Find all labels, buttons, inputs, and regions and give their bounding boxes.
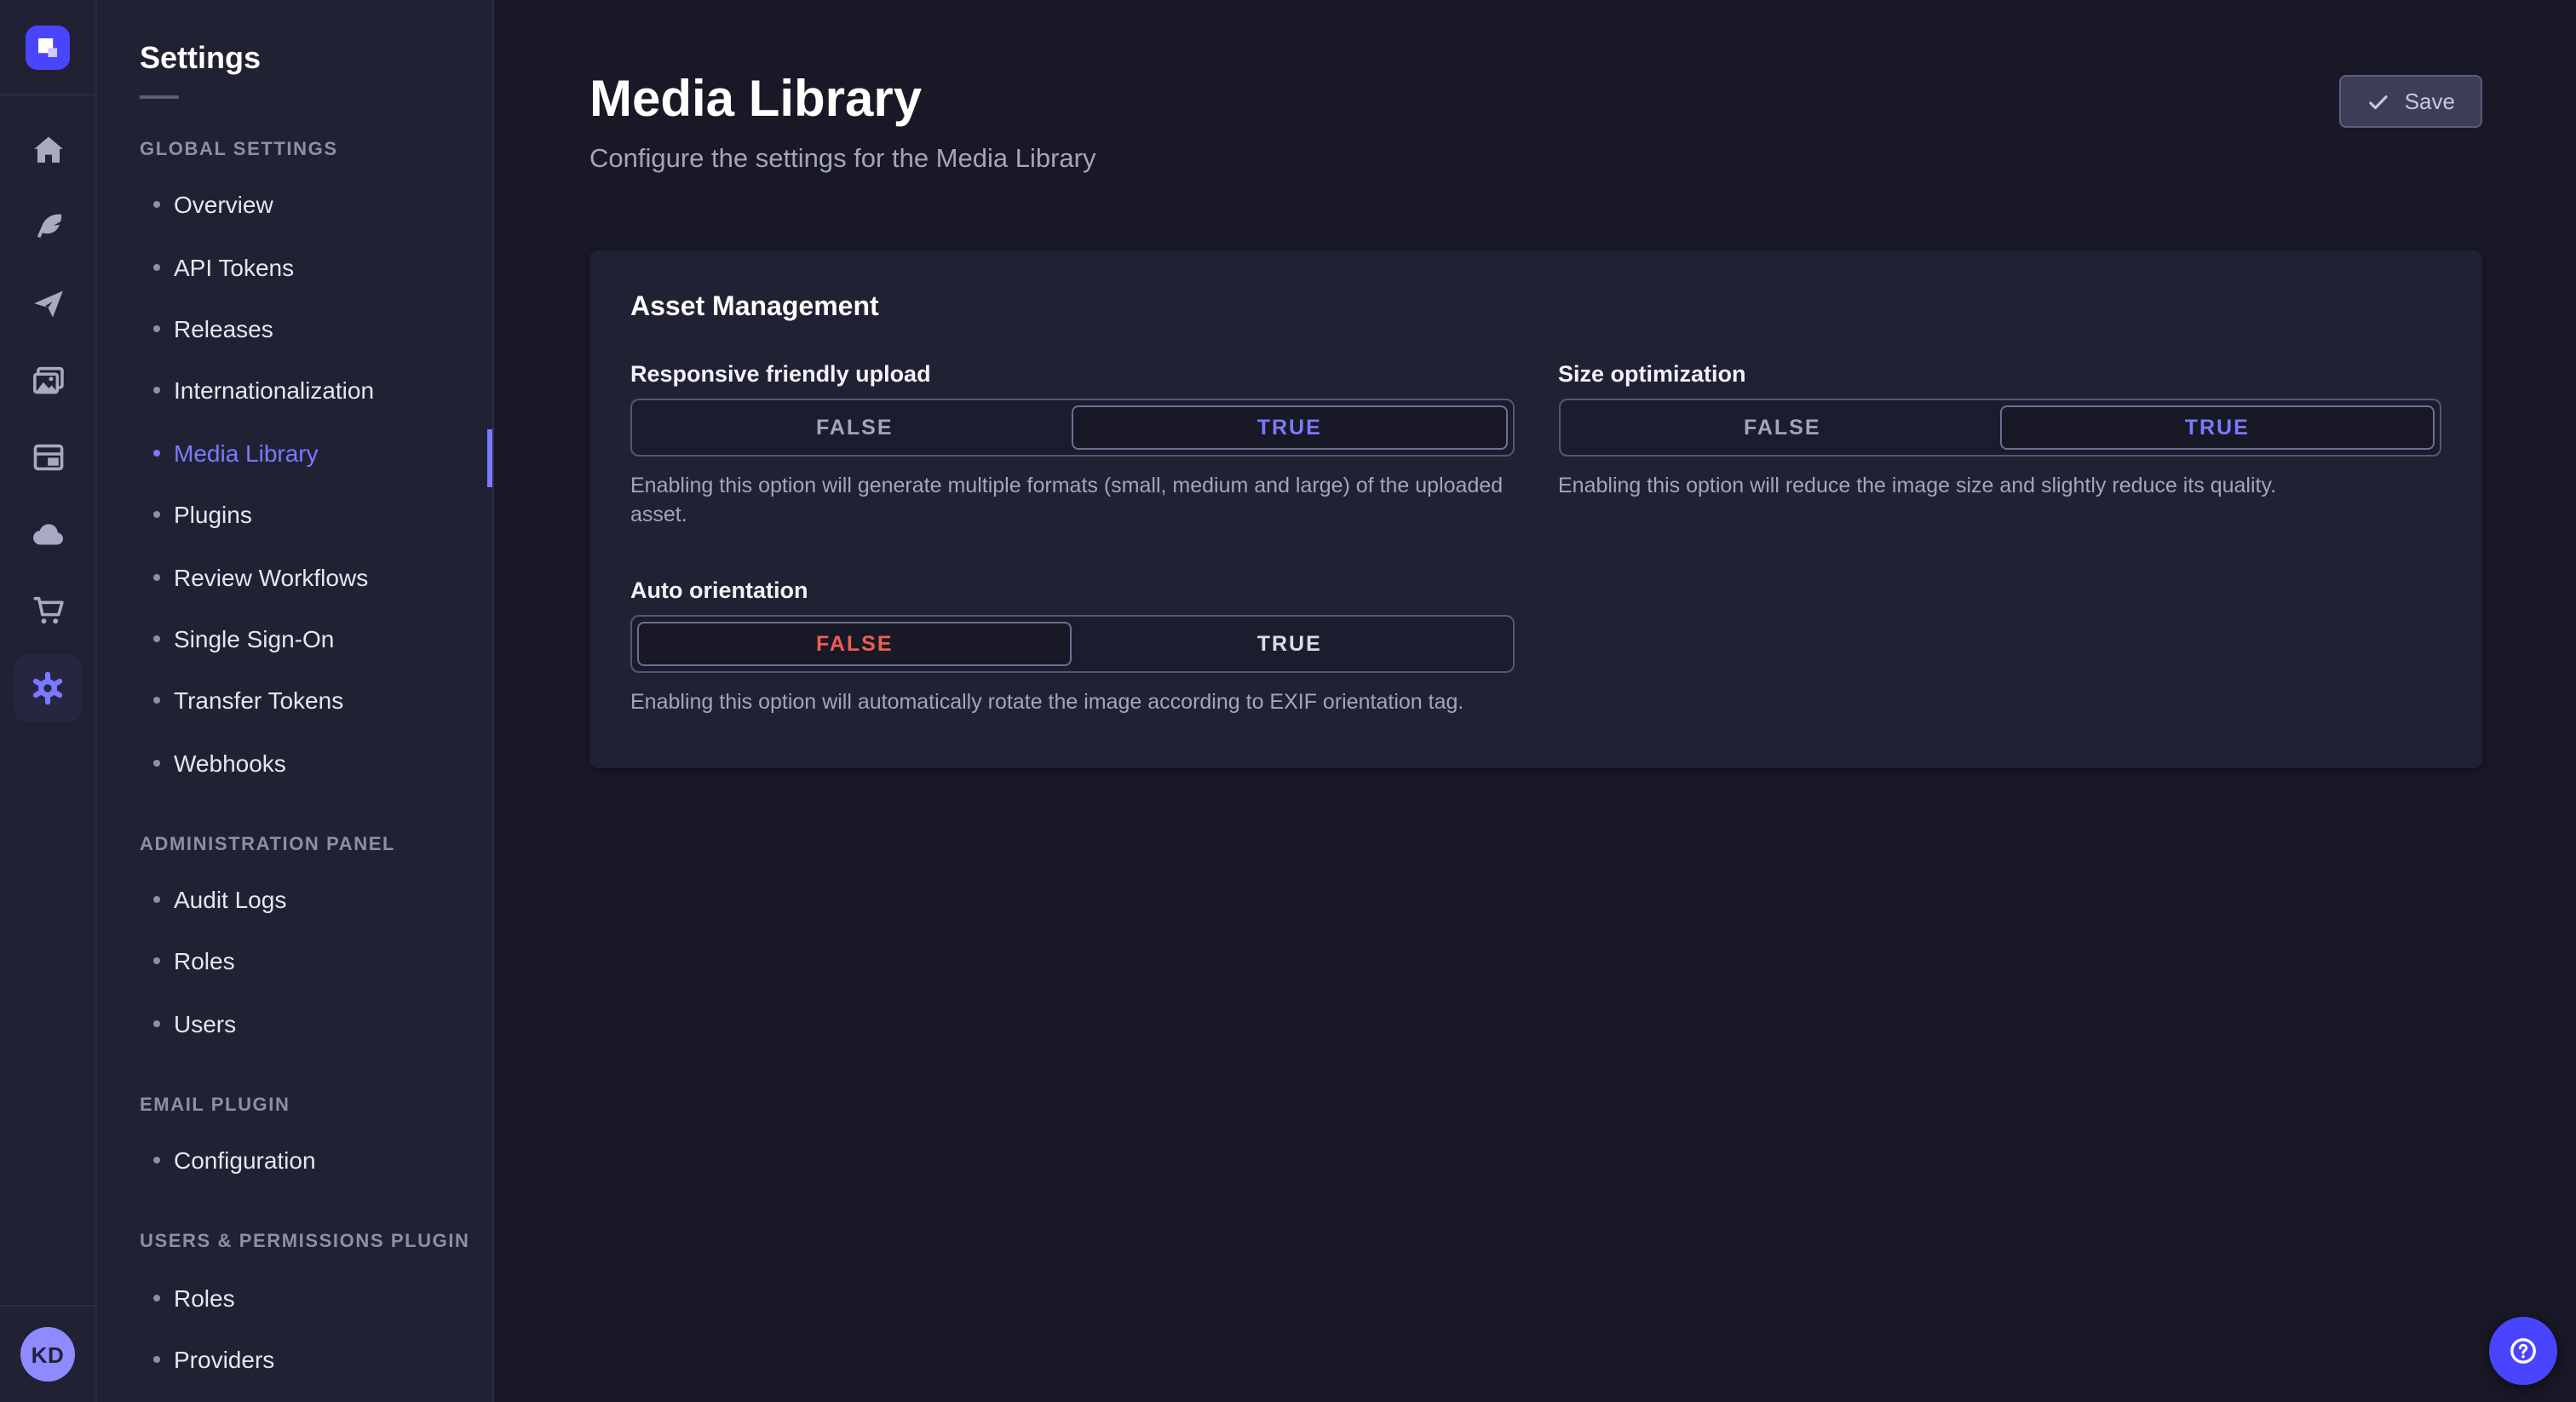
- bullet-icon: [153, 1356, 160, 1364]
- sidebar-item-email-configuration[interactable]: Configuration: [140, 1129, 492, 1192]
- field-hint: Enabling this option will generate multi…: [630, 474, 1504, 526]
- field-responsive-friendly-upload: Responsive friendly upload FALSE TRUE En…: [630, 361, 1514, 530]
- sidebar-item-up-roles[interactable]: Roles: [140, 1267, 492, 1329]
- field-label: Size optimization: [1558, 361, 1746, 387]
- pictures-icon: [32, 366, 63, 394]
- bullet-icon: [153, 697, 160, 704]
- bullet-icon: [153, 896, 160, 904]
- rail-item-content-type-builder[interactable]: [0, 419, 95, 496]
- panel-title: Asset Management: [630, 293, 879, 322]
- rail-item-marketplace[interactable]: [0, 572, 95, 649]
- rail-item-home[interactable]: [0, 112, 95, 189]
- page-header: Media Library Configure the settings for…: [494, 0, 2576, 175]
- toggle-option-false[interactable]: FALSE: [1565, 405, 2000, 450]
- field-size-optimization: Size optimization FALSE TRUE Enabling th…: [1558, 361, 2441, 530]
- sidebar-item-webhooks[interactable]: Webhooks: [140, 732, 492, 794]
- bullet-icon: [153, 201, 160, 209]
- bullet-icon: [153, 263, 160, 271]
- section-label-global-settings: GLOBAL SETTINGS: [140, 140, 338, 160]
- save-button-label: Save: [2404, 89, 2455, 114]
- subnav-title-rule: [140, 95, 179, 99]
- sidebar-item-up-providers[interactable]: Providers: [140, 1329, 492, 1391]
- rail-item-releases[interactable]: [0, 266, 95, 342]
- strapi-logo[interactable]: [26, 26, 70, 70]
- sidebar-item-review-workflows[interactable]: Review Workflows: [140, 546, 492, 608]
- sidebar-item-internationalization[interactable]: Internationalization: [140, 359, 492, 422]
- rail-item-media-library[interactable]: [0, 342, 95, 419]
- save-button[interactable]: Save: [2339, 75, 2482, 128]
- administration-panel-list: Audit Logs Roles Users: [140, 869, 492, 1054]
- user-avatar[interactable]: KD: [20, 1327, 75, 1382]
- sidebar-item-admin-roles[interactable]: Roles: [140, 931, 492, 993]
- auto-orientation-toggle: FALSE TRUE: [630, 614, 1514, 673]
- strapi-admin-app: KD Settings GLOBAL SETTINGS Overview API…: [0, 0, 2576, 1402]
- toggle-option-true[interactable]: TRUE: [1999, 405, 2435, 450]
- field-label: Responsive friendly upload: [630, 361, 931, 387]
- bullet-icon: [153, 957, 160, 965]
- sidebar-item-overview[interactable]: Overview: [140, 174, 492, 236]
- global-settings-list: Overview API Tokens Releases Internation…: [140, 174, 492, 794]
- question-mark-icon: [2510, 1338, 2536, 1364]
- sidebar-item-audit-logs[interactable]: Audit Logs: [140, 869, 492, 931]
- field-auto-orientation: Auto orientation FALSE TRUE Enabling thi…: [630, 577, 1514, 717]
- field-label: Auto orientation: [630, 577, 808, 603]
- help-button[interactable]: [2489, 1317, 2557, 1385]
- bullet-icon: [153, 635, 160, 642]
- field-hint: Enabling this option will automatically …: [630, 689, 1464, 714]
- toggle-option-false[interactable]: FALSE: [637, 405, 1072, 450]
- icon-rail: KD: [0, 0, 97, 1402]
- toggle-option-true[interactable]: TRUE: [1072, 622, 1508, 666]
- sidebar-item-plugins[interactable]: Plugins: [140, 484, 492, 546]
- bullet-icon: [153, 511, 160, 519]
- bullet-icon: [153, 1294, 160, 1301]
- bullet-icon: [153, 387, 160, 394]
- bullet-icon: [153, 449, 160, 457]
- rail-item-deploy[interactable]: [0, 496, 95, 572]
- strapi-logo-icon: [38, 38, 57, 57]
- section-label-administration-panel: ADMINISTRATION PANEL: [140, 834, 396, 855]
- section-label-email-plugin: EMAIL PLUGIN: [140, 1095, 290, 1117]
- size-optimization-toggle: FALSE TRUE: [1558, 399, 2441, 457]
- check-icon: [2370, 95, 2389, 109]
- rail-bottom: KD: [0, 1305, 95, 1402]
- toggle-option-false[interactable]: FALSE: [637, 621, 1072, 666]
- users-permissions-list: Roles Providers: [140, 1267, 492, 1391]
- bullet-icon: [153, 759, 160, 767]
- rail-item-settings[interactable]: [0, 649, 95, 726]
- sidebar-item-single-sign-on[interactable]: Single Sign-On: [140, 607, 492, 669]
- paper-plane-icon: [33, 290, 62, 318]
- page-subtitle: Configure the settings for the Media Lib…: [589, 145, 1096, 174]
- feather-icon: [36, 214, 61, 238]
- sidebar-item-releases[interactable]: Releases: [140, 298, 492, 360]
- main-content: Media Library Configure the settings for…: [494, 0, 2576, 1402]
- bullet-icon: [153, 1020, 160, 1027]
- asset-management-panel: Asset Management Responsive friendly upl…: [589, 250, 2482, 768]
- email-plugin-list: Configuration: [140, 1129, 492, 1192]
- gear-icon: [32, 670, 63, 704]
- fields-grid: Responsive friendly upload FALSE TRUE En…: [630, 361, 2441, 716]
- field-hint: Enabling this option will reduce the ima…: [1558, 474, 2277, 497]
- toggle-option-true[interactable]: TRUE: [1072, 405, 1507, 450]
- rail-nav: [0, 112, 95, 726]
- page-title: Media Library: [589, 72, 923, 128]
- subnav-title: Settings: [140, 41, 262, 75]
- rail-item-content[interactable]: [0, 189, 95, 266]
- rail-divider: [0, 94, 95, 95]
- bullet-icon: [153, 1157, 160, 1164]
- home-icon: [33, 136, 62, 163]
- bullet-icon: [153, 573, 160, 581]
- cloud-icon: [33, 523, 63, 544]
- bullet-icon: [153, 325, 160, 332]
- rail-bottom-divider: [0, 1305, 95, 1307]
- settings-active-tile: [14, 653, 82, 721]
- sidebar-item-api-tokens[interactable]: API Tokens: [140, 236, 492, 298]
- section-label-users-permissions-plugin: USERS & PERMISSIONS PLUGIN: [140, 1232, 470, 1253]
- sidebar-item-admin-users[interactable]: Users: [140, 992, 492, 1054]
- settings-subnav: Settings GLOBAL SETTINGS Overview API To…: [97, 0, 494, 1402]
- cart-icon: [32, 596, 63, 624]
- sidebar-item-media-library[interactable]: Media Library: [140, 422, 492, 484]
- responsive-friendly-upload-toggle: FALSE TRUE: [630, 399, 1514, 457]
- layout-icon: [32, 444, 63, 471]
- sidebar-item-transfer-tokens[interactable]: Transfer Tokens: [140, 669, 492, 732]
